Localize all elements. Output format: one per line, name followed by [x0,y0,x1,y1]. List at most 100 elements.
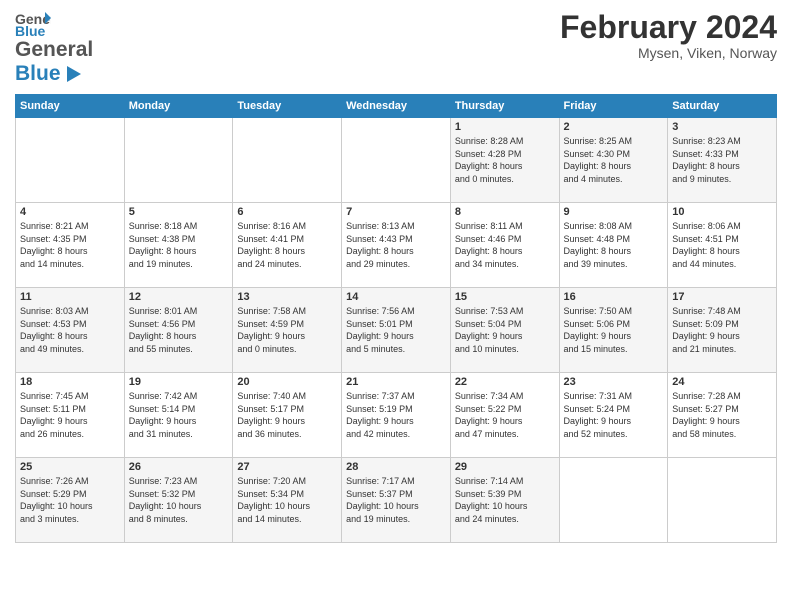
logo-arrow-icon [63,64,83,84]
col-sunday: Sunday [16,95,125,118]
table-cell: 11Sunrise: 8:03 AM Sunset: 4:53 PM Dayli… [16,288,125,373]
logo: General Blue General Blue [15,10,93,86]
day-info: Sunrise: 8:21 AM Sunset: 4:35 PM Dayligh… [20,220,120,270]
day-info: Sunrise: 8:25 AM Sunset: 4:30 PM Dayligh… [564,135,664,185]
day-info: Sunrise: 8:11 AM Sunset: 4:46 PM Dayligh… [455,220,555,270]
day-number: 27 [237,461,337,473]
table-cell: 16Sunrise: 7:50 AM Sunset: 5:06 PM Dayli… [559,288,668,373]
day-info: Sunrise: 8:01 AM Sunset: 4:56 PM Dayligh… [129,305,229,355]
table-cell: 15 Sunrise: 7:53 AM Sunset: 5:04 PM Dayli… [450,288,559,373]
col-saturday: Saturday [668,95,777,118]
day-info: Sunrise: 7:48 AM Sunset: 5:09 PM Dayligh… [672,305,772,355]
day-number: 23 [564,376,664,388]
table-cell: 6 Sunrise: 8:16 AM Sunset: 4:41 PM Daylig… [233,203,342,288]
table-cell [559,458,668,543]
table-cell: 19 Sunrise: 7:42 AM Sunset: 5:14 PM Dayli… [124,373,233,458]
day-number: 12 [129,291,229,303]
svg-text:Blue: Blue [15,23,46,38]
day-info: Sunrise: 7:23 AM Sunset: 5:32 PM Dayligh… [129,475,229,525]
calendar-header: Sunday Monday Tuesday Wednesday Thursday… [16,95,777,118]
col-thursday: Thursday [450,95,559,118]
table-cell: 1 Sunrise: 8:28 AM Sunset: 4:28 PM Daylig… [450,118,559,203]
col-friday: Friday [559,95,668,118]
day-number: 26 [129,461,229,473]
day-number: 29 [455,461,555,473]
day-info: Sunrise: 7:28 AM Sunset: 5:27 PM Dayligh… [672,390,772,440]
col-tuesday: Tuesday [233,95,342,118]
table-cell: 10 Sunrise: 8:06 AM Sunset: 4:51 PM Dayli… [668,203,777,288]
day-number: 1 [455,121,555,133]
table-cell: 8 Sunrise: 8:11 AM Sunset: 4:46 PM Daylig… [450,203,559,288]
day-number: 3 [672,121,772,133]
day-number: 21 [346,376,446,388]
table-cell: 3 Sunrise: 8:23 AM Sunset: 4:33 PM Daylig… [668,118,777,203]
day-number: 10 [672,206,772,218]
table-cell: 23 Sunrise: 7:31 AM Sunset: 5:24 PM Dayli… [559,373,668,458]
table-cell: 12 Sunrise: 8:01 AM Sunset: 4:56 PM Dayli… [124,288,233,373]
day-number: 20 [237,376,337,388]
table-cell: 13 Sunrise: 7:58 AM Sunset: 4:59 PM Dayli… [233,288,342,373]
day-info: Sunrise: 7:53 AM Sunset: 5:04 PM Dayligh… [455,305,555,355]
calendar-table: Sunday Monday Tuesday Wednesday Thursday… [15,94,777,543]
title-section: February 2024 Mysen, Viken, Norway [560,10,777,61]
month-title: February 2024 [560,10,777,45]
day-number: 19 [129,376,229,388]
day-number: 25 [20,461,120,473]
day-number: 14 [346,291,446,303]
location: Mysen, Viken, Norway [560,45,777,61]
col-monday: Monday [124,95,233,118]
day-info: Sunrise: 7:34 AM Sunset: 5:22 PM Dayligh… [455,390,555,440]
table-cell [124,118,233,203]
day-number: 15 [455,291,555,303]
col-wednesday: Wednesday [342,95,451,118]
table-cell: 24 Sunrise: 7:28 AM Sunset: 5:27 PM Dayli… [668,373,777,458]
day-info: Sunrise: 8:13 AM Sunset: 4:43 PM Dayligh… [346,220,446,270]
day-number: 6 [237,206,337,218]
table-cell: 20 Sunrise: 7:40 AM Sunset: 5:17 PM Dayli… [233,373,342,458]
day-number: 2 [564,121,664,133]
calendar-body: 1 Sunrise: 8:28 AM Sunset: 4:28 PM Daylig… [16,118,777,543]
day-number: 13 [237,291,337,303]
day-number: 8 [455,206,555,218]
day-info: Sunrise: 7:20 AM Sunset: 5:34 PM Dayligh… [237,475,337,525]
day-info: Sunrise: 8:16 AM Sunset: 4:41 PM Dayligh… [237,220,337,270]
table-cell: 28Sunrise: 7:17 AM Sunset: 5:37 PM Dayli… [342,458,451,543]
day-number: 24 [672,376,772,388]
table-cell: 7 Sunrise: 8:13 AM Sunset: 4:43 PM Daylig… [342,203,451,288]
day-info: Sunrise: 7:37 AM Sunset: 5:19 PM Dayligh… [346,390,446,440]
day-info: Sunrise: 7:40 AM Sunset: 5:17 PM Dayligh… [237,390,337,440]
day-info: Sunrise: 8:23 AM Sunset: 4:33 PM Dayligh… [672,135,772,185]
table-cell: 14 Sunrise: 7:56 AM Sunset: 5:01 PM Dayli… [342,288,451,373]
day-info: Sunrise: 8:03 AM Sunset: 4:53 PM Dayligh… [20,305,120,355]
table-cell [233,118,342,203]
day-info: Sunrise: 7:31 AM Sunset: 5:24 PM Dayligh… [564,390,664,440]
day-number: 4 [20,206,120,218]
day-number: 7 [346,206,446,218]
day-number: 18 [20,376,120,388]
day-info: Sunrise: 8:06 AM Sunset: 4:51 PM Dayligh… [672,220,772,270]
table-cell: 4 Sunrise: 8:21 AM Sunset: 4:35 PM Daylig… [16,203,125,288]
logo-blue-text: Blue [15,62,61,86]
table-cell: 27 Sunrise: 7:20 AM Sunset: 5:34 PM Dayli… [233,458,342,543]
day-info: Sunrise: 7:26 AM Sunset: 5:29 PM Dayligh… [20,475,120,525]
table-cell: 29Sunrise: 7:14 AM Sunset: 5:39 PM Dayli… [450,458,559,543]
day-info: Sunrise: 7:17 AM Sunset: 5:37 PM Dayligh… [346,475,446,525]
day-number: 22 [455,376,555,388]
day-info: Sunrise: 8:18 AM Sunset: 4:38 PM Dayligh… [129,220,229,270]
table-cell: 18 Sunrise: 7:45 AM Sunset: 5:11 PM Dayli… [16,373,125,458]
day-info: Sunrise: 7:42 AM Sunset: 5:14 PM Dayligh… [129,390,229,440]
table-cell: 5Sunrise: 8:18 AM Sunset: 4:38 PM Daylig… [124,203,233,288]
logo-icon: General Blue [15,10,51,38]
day-info: Sunrise: 8:28 AM Sunset: 4:28 PM Dayligh… [455,135,555,185]
page-header: General Blue General Blue February 2024 … [15,10,777,86]
day-info: Sunrise: 7:58 AM Sunset: 4:59 PM Dayligh… [237,305,337,355]
table-cell [668,458,777,543]
table-cell: 25 Sunrise: 7:26 AM Sunset: 5:29 PM Dayli… [16,458,125,543]
day-info: Sunrise: 7:50 AM Sunset: 5:06 PM Dayligh… [564,305,664,355]
day-info: Sunrise: 7:56 AM Sunset: 5:01 PM Dayligh… [346,305,446,355]
day-info: Sunrise: 8:08 AM Sunset: 4:48 PM Dayligh… [564,220,664,270]
table-cell: 9Sunrise: 8:08 AM Sunset: 4:48 PM Daylig… [559,203,668,288]
day-info: Sunrise: 7:45 AM Sunset: 5:11 PM Dayligh… [20,390,120,440]
table-cell [16,118,125,203]
day-number: 17 [672,291,772,303]
